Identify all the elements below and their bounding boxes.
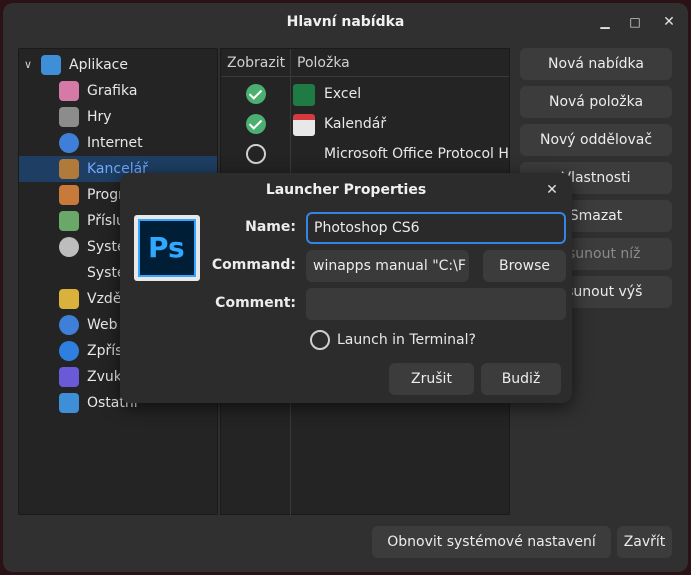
new-separator-button[interactable]: Nový oddělovač: [520, 124, 672, 156]
globe-icon: [59, 315, 79, 335]
tree-item-label: Hry: [87, 109, 112, 125]
maximize-icon[interactable]: □: [625, 12, 645, 32]
list-item-label: Kalendář: [324, 116, 387, 132]
tree-item-label: Aplikace: [69, 57, 128, 73]
dialog-title: Launcher Properties: [265, 182, 427, 198]
visible-checkbox[interactable]: [246, 144, 266, 164]
close-icon[interactable]: ✕: [542, 180, 562, 200]
tree-item-graphics[interactable]: Grafika: [19, 78, 217, 104]
column-header-item[interactable]: Položka: [297, 49, 350, 77]
new-menu-button[interactable]: Nová nabídka: [520, 48, 672, 80]
briefcase-icon: [59, 159, 79, 179]
close-button[interactable]: Zavřít: [617, 526, 672, 558]
name-input[interactable]: Photoshop CS6: [306, 212, 566, 244]
tree-item-internet[interactable]: Internet: [19, 130, 217, 156]
name-label: Name:: [245, 219, 296, 235]
new-item-button[interactable]: Nová položka: [520, 86, 672, 118]
flask-icon: [59, 289, 79, 309]
restore-defaults-button[interactable]: Obnovit systémové nastavení: [372, 526, 611, 558]
main-menu-window: Hlavní nabídka ▁ □ ✕ ∨ Aplikace Grafika …: [3, 3, 688, 572]
ok-button[interactable]: Budiž: [481, 363, 561, 395]
command-label: Command:: [211, 257, 296, 273]
gamepad-icon: [59, 107, 79, 127]
tree-item-label: Web: [87, 317, 118, 333]
list-item[interactable]: Kalendář: [221, 109, 509, 139]
visible-checkbox[interactable]: [246, 84, 266, 104]
close-window-icon[interactable]: ✕: [659, 12, 679, 32]
cancel-button[interactable]: Zrušit: [389, 363, 474, 395]
photoshop-icon-text: Ps: [148, 231, 185, 264]
list-item[interactable]: Excel: [221, 79, 509, 109]
visible-checkbox[interactable]: [246, 114, 266, 134]
tree-item-label: Internet: [87, 135, 143, 151]
tree-item-label: Grafika: [87, 83, 138, 99]
applications-icon: [41, 55, 61, 75]
launch-in-terminal-toggle[interactable]: [310, 330, 330, 350]
list-item-label: Microsoft Office Protocol H: [324, 146, 509, 162]
command-input[interactable]: winapps manual "C:\F: [306, 250, 469, 282]
other-icon: [59, 393, 79, 413]
accessibility-icon: [59, 341, 79, 361]
chevron-down-icon[interactable]: ∨: [24, 52, 38, 78]
gear-icon: [59, 237, 79, 257]
globe-icon: [59, 133, 79, 153]
graphics-icon: [59, 81, 79, 101]
window-title: Hlavní nabídka: [286, 14, 405, 30]
comment-input[interactable]: [306, 288, 566, 320]
tools-icon: [59, 185, 79, 205]
column-header-show[interactable]: Zobrazit: [227, 49, 285, 77]
launcher-properties-dialog: Launcher Properties ✕ Ps Name: Photoshop…: [120, 173, 572, 403]
excel-icon: [293, 84, 315, 106]
multimedia-icon: [59, 367, 79, 387]
photoshop-icon: Ps: [138, 219, 196, 277]
tree-root-applications[interactable]: ∨ Aplikace: [19, 52, 217, 78]
launcher-icon-button[interactable]: Ps: [134, 215, 200, 281]
tree-item-games[interactable]: Hry: [19, 104, 217, 130]
launch-in-terminal-label: Launch in Terminal?: [337, 332, 476, 348]
list-item[interactable]: Microsoft Office Protocol H: [221, 139, 509, 169]
comment-label: Comment:: [215, 295, 296, 311]
list-header: Zobrazit Položka: [221, 49, 509, 77]
minimize-icon[interactable]: ▁: [595, 12, 615, 32]
browse-button[interactable]: Browse: [483, 250, 566, 282]
accessories-icon: [59, 211, 79, 231]
list-item-label: Excel: [324, 86, 362, 102]
calendar-icon: [293, 114, 315, 136]
